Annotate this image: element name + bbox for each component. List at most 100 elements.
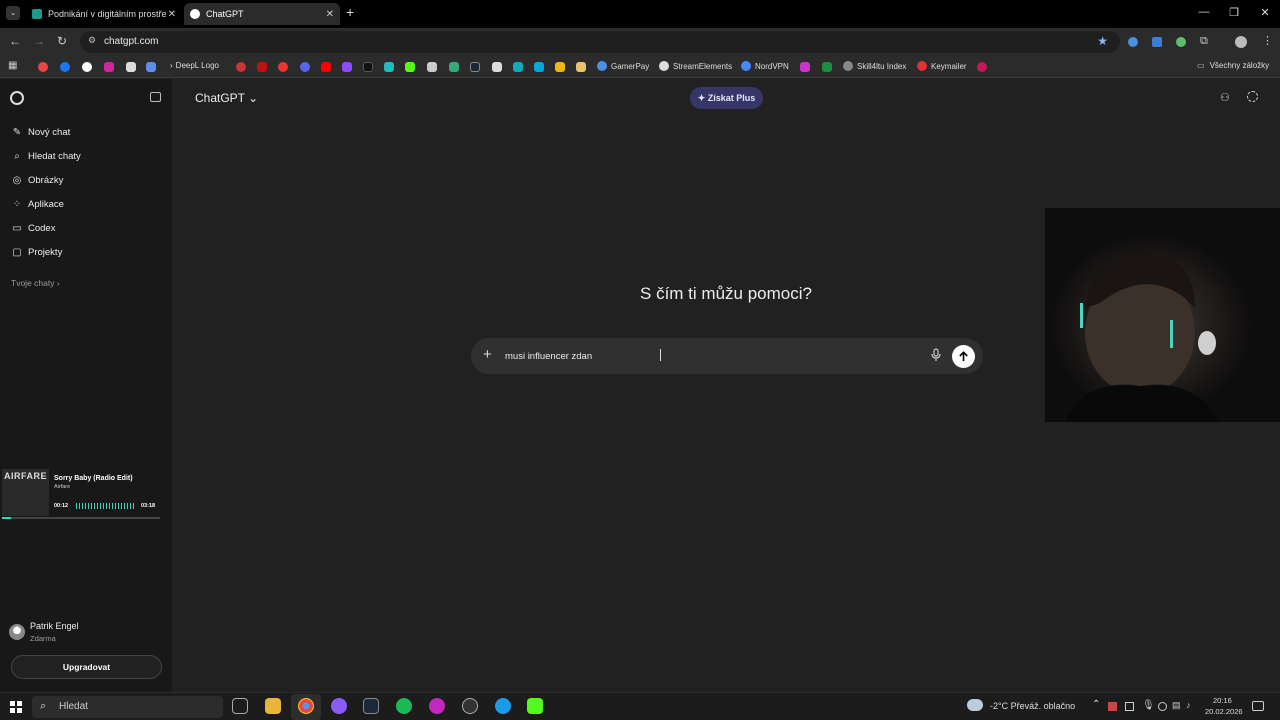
bookmark-icon[interactable] bbox=[236, 62, 246, 72]
volume-icon[interactable]: ♪ bbox=[1186, 700, 1191, 710]
google-icon[interactable] bbox=[82, 62, 92, 72]
twitch-icon[interactable] bbox=[342, 62, 352, 72]
apps-grid-icon[interactable]: ▦ bbox=[8, 60, 17, 71]
clock-date[interactable]: 20.02.2026 bbox=[1205, 707, 1243, 716]
taskbar-search[interactable]: ⌕ Hledat bbox=[32, 696, 223, 718]
extension-icon[interactable] bbox=[1152, 37, 1162, 47]
extension-icon[interactable] bbox=[1128, 37, 1138, 47]
sidebar-toggle-icon[interactable] bbox=[150, 92, 161, 102]
bookmark-icon[interactable] bbox=[576, 62, 586, 72]
openai-logo-icon[interactable] bbox=[10, 91, 24, 105]
tab-search-icon[interactable]: ⌄ bbox=[6, 6, 20, 20]
sidebar-item-codex[interactable]: ▭ Codex bbox=[11, 223, 55, 234]
spotify-icon[interactable] bbox=[396, 698, 412, 714]
temporary-chat-icon[interactable] bbox=[1247, 91, 1258, 102]
tab-podnikani[interactable]: Podnikání v digitálním prostředí ✕ bbox=[26, 3, 182, 25]
extension-icon[interactable] bbox=[1176, 37, 1186, 47]
sidebar-item-search[interactable]: ⌕ Hledat chaty bbox=[11, 151, 81, 162]
bookmark-icon[interactable] bbox=[38, 62, 48, 72]
bookmark-deepl[interactable]: › DeepL Logo bbox=[170, 61, 219, 70]
weather-icon[interactable] bbox=[967, 699, 983, 711]
restore-icon[interactable]: ❐ bbox=[1219, 6, 1249, 19]
discord-icon[interactable] bbox=[300, 62, 310, 72]
menu-kebab-icon[interactable]: ⋮ bbox=[1262, 34, 1273, 47]
task-view-icon[interactable] bbox=[232, 698, 248, 714]
minimize-icon[interactable]: — bbox=[1189, 6, 1219, 18]
chevron-up-icon[interactable]: ⌃ bbox=[1092, 699, 1100, 710]
bookmark-nordvpn[interactable]: NordVPN bbox=[741, 61, 789, 71]
bookmark-icon[interactable] bbox=[427, 62, 437, 72]
messenger-icon[interactable] bbox=[331, 698, 347, 714]
bookmark-icon[interactable] bbox=[534, 62, 544, 72]
instagram-icon[interactable] bbox=[104, 62, 114, 72]
bookmark-icon[interactable] bbox=[384, 62, 394, 72]
sidebar-item-images[interactable]: ◎ Obrázky bbox=[11, 175, 64, 186]
bookmark-streamelements[interactable]: StreamElements bbox=[659, 61, 732, 71]
close-window-icon[interactable]: ✕ bbox=[1250, 6, 1280, 19]
profile-avatar[interactable] bbox=[1235, 36, 1247, 48]
obs-icon[interactable] bbox=[462, 698, 478, 714]
get-plus-button[interactable]: ✦ Získat Plus bbox=[690, 87, 763, 109]
send-button[interactable] bbox=[952, 345, 975, 368]
tray-icon[interactable] bbox=[1108, 702, 1117, 711]
bookmark-icon[interactable] bbox=[513, 62, 523, 72]
windows-start-icon[interactable] bbox=[10, 701, 22, 713]
bookmark-all[interactable]: ▭ Všechny záložky bbox=[1197, 61, 1269, 70]
bookmark-gamerpay[interactable]: GamerPay bbox=[597, 61, 649, 71]
sidebar-item-new-chat[interactable]: ✎ Nový chat bbox=[11, 127, 70, 138]
new-tab-button[interactable]: + bbox=[346, 4, 354, 20]
upgrade-button[interactable]: Upgradovat bbox=[11, 655, 162, 679]
back-icon[interactable]: ← bbox=[9, 34, 21, 48]
reload-icon[interactable]: ↻ bbox=[57, 34, 67, 48]
bookmark-star-icon[interactable]: ★ bbox=[1097, 34, 1108, 48]
file-explorer-icon[interactable] bbox=[265, 698, 281, 714]
your-chats-heading[interactable]: Tvoje chaty › bbox=[11, 278, 60, 288]
add-attachment-icon[interactable]: + bbox=[483, 346, 492, 363]
model-selector[interactable]: ChatGPT ⌄ bbox=[195, 91, 258, 105]
kick-icon[interactable] bbox=[405, 62, 415, 72]
microphone-icon[interactable]: 🎙 bbox=[1142, 700, 1155, 711]
kick-icon[interactable] bbox=[527, 698, 543, 714]
forward-icon[interactable]: → bbox=[33, 34, 45, 48]
notifications-icon[interactable] bbox=[1252, 701, 1264, 711]
bookmark-icon[interactable] bbox=[977, 62, 987, 72]
bookmark-icon[interactable] bbox=[146, 62, 156, 72]
clock-time[interactable]: 20:16 bbox=[1213, 696, 1232, 705]
bookmark-icon[interactable] bbox=[278, 62, 288, 72]
extensions-puzzle-icon[interactable]: ⧉ bbox=[1200, 35, 1208, 48]
microphone-icon[interactable] bbox=[930, 348, 942, 362]
binance-icon[interactable] bbox=[555, 62, 565, 72]
close-tab-icon[interactable]: ✕ bbox=[168, 9, 176, 20]
bookmark-icon[interactable] bbox=[800, 62, 810, 72]
prompt-composer[interactable]: + musi influencer zdan bbox=[471, 338, 983, 374]
x-icon[interactable] bbox=[126, 62, 136, 72]
add-person-icon[interactable]: ⚇ bbox=[1220, 91, 1230, 104]
site-info-icon[interactable]: ⚙ bbox=[88, 35, 96, 46]
address-bar[interactable]: ⚙ chatgpt.com ★ bbox=[80, 31, 1120, 53]
tiktok-icon[interactable] bbox=[363, 62, 373, 72]
bookmark-skill4ltu[interactable]: Skill4ltu Index bbox=[843, 61, 906, 71]
sidebar-item-projects[interactable]: ▢ Projekty bbox=[11, 247, 62, 258]
edge-icon[interactable] bbox=[495, 698, 511, 714]
youtube-icon[interactable] bbox=[321, 62, 331, 72]
steam-icon[interactable] bbox=[363, 698, 379, 714]
bookmark-label: GamerPay bbox=[611, 61, 650, 71]
close-tab-icon[interactable]: ✕ bbox=[326, 9, 334, 20]
bookmark-icon[interactable] bbox=[257, 62, 267, 72]
bookmark-icon[interactable] bbox=[449, 62, 459, 72]
sheets-icon[interactable] bbox=[822, 62, 832, 72]
user-name[interactable]: Patrik Engel bbox=[30, 621, 79, 631]
steam-icon[interactable] bbox=[470, 62, 480, 72]
prompt-input[interactable]: musi influencer zdan bbox=[505, 351, 592, 362]
tab-chatgpt[interactable]: ChatGPT ✕ bbox=[184, 3, 340, 25]
bookmark-keymailer[interactable]: Keymailer bbox=[917, 61, 967, 71]
tray-icon[interactable] bbox=[1125, 702, 1134, 711]
tray-icon[interactable] bbox=[1158, 702, 1167, 711]
avatar[interactable] bbox=[9, 624, 25, 640]
facebook-icon[interactable] bbox=[60, 62, 70, 72]
weather-text[interactable]: -2°C Převáž. oblačno bbox=[990, 701, 1075, 711]
anchor-icon[interactable] bbox=[492, 62, 502, 72]
canva-icon[interactable] bbox=[429, 698, 445, 714]
sidebar-item-apps[interactable]: ⁘ Aplikace bbox=[11, 199, 64, 210]
network-icon[interactable]: ▤ bbox=[1172, 700, 1181, 711]
